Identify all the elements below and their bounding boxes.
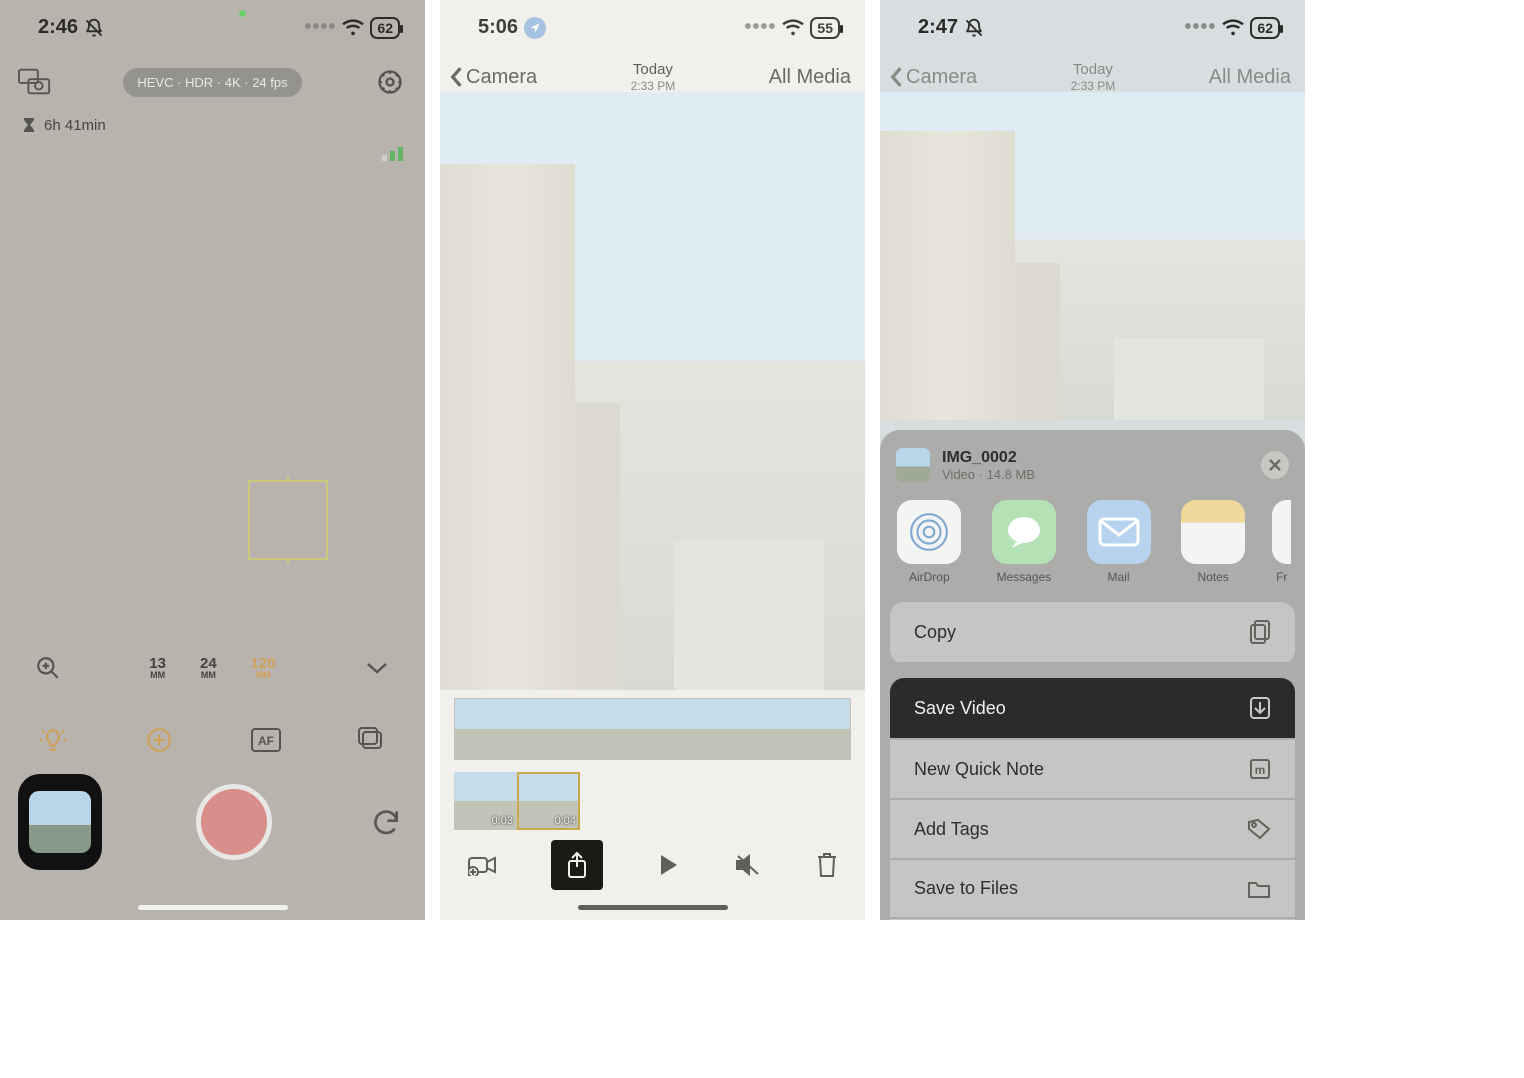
wifi-icon — [342, 19, 364, 37]
cellular-dots-icon: •••• — [1184, 16, 1216, 39]
silent-bell-icon — [964, 18, 984, 38]
status-time: 2:47 — [918, 16, 958, 39]
share-item-subtitle: Video · 14.8 MB — [942, 467, 1249, 482]
clip-2[interactable]: 0:04 — [517, 772, 580, 830]
mail-icon — [1087, 500, 1151, 564]
share-app-airdrop[interactable]: AirDrop — [894, 500, 965, 584]
status-time: 2:46 — [38, 16, 78, 39]
share-item-name: IMG_0002 — [942, 449, 1249, 467]
tag-icon — [1247, 818, 1271, 840]
all-media-link[interactable]: All Media — [1209, 66, 1291, 89]
zoom-magnifier-icon[interactable] — [28, 648, 68, 688]
clip-row: 0:03 0:04 — [454, 772, 580, 830]
extra-app-icon — [1272, 500, 1291, 564]
home-indicator[interactable] — [138, 905, 288, 910]
share-apps-row[interactable]: AirDrop Messages Mail Notes Fr — [890, 494, 1295, 598]
share-item-meta: IMG_0002 Video · 14.8 MB — [942, 449, 1249, 482]
status-bar: 2:47 •••• 62 — [880, 0, 1305, 55]
close-icon[interactable] — [1261, 451, 1289, 479]
back-label: Camera — [466, 66, 537, 89]
last-capture-thumbnail[interactable] — [18, 774, 102, 870]
media-action-bar — [440, 840, 865, 890]
media-title: Today 2:33 PM — [1071, 61, 1116, 93]
autofocus-af-icon[interactable]: AF — [246, 720, 286, 760]
share-app-notes[interactable]: Notes — [1178, 500, 1249, 584]
back-button[interactable]: Camera — [888, 66, 977, 89]
share-app-extra[interactable]: Fr — [1272, 500, 1291, 584]
play-icon[interactable] — [658, 853, 680, 877]
cellular-dots-icon: •••• — [744, 16, 776, 39]
back-label: Camera — [906, 66, 977, 89]
screen-media-preview: 5:06 •••• 55 Camera Today 2:33 PM All Me… — [440, 0, 865, 920]
stabilization-icon[interactable] — [352, 720, 392, 760]
screen-camera-app: 2:46 •••• 62 HEVC · HDR · 4K · 24 fps 6h… — [0, 0, 425, 920]
quick-note-icon: m — [1249, 758, 1271, 780]
remaining-time-label: 6h 41min — [44, 117, 106, 134]
action-save-video[interactable]: Save Video — [890, 678, 1295, 738]
flip-camera-icon[interactable] — [365, 801, 407, 843]
multicam-icon[interactable] — [18, 65, 52, 99]
folder-icon — [1247, 879, 1271, 899]
focus-reticle[interactable] — [248, 480, 328, 560]
lens-13mm[interactable]: 13MM — [149, 656, 166, 680]
action-copy[interactable]: Copy — [890, 602, 1295, 662]
action-inshot[interactable]: InShot — [890, 919, 1295, 920]
light-bulb-icon[interactable] — [33, 720, 73, 760]
record-button[interactable] — [196, 784, 272, 860]
action-new-quick-note[interactable]: New Quick Note m — [890, 740, 1295, 798]
status-time: 5:06 — [478, 16, 518, 39]
cellular-dots-icon: •••• — [304, 16, 336, 39]
media-title: Today 2:33 PM — [631, 61, 676, 93]
wifi-icon — [782, 19, 804, 37]
status-bar: 5:06 •••• 55 — [440, 0, 865, 55]
action-add-tags[interactable]: Add Tags — [890, 800, 1295, 858]
messages-icon — [992, 500, 1056, 564]
lens-24mm[interactable]: 24MM — [200, 656, 217, 680]
video-preview-area[interactable] — [440, 92, 865, 690]
trash-icon[interactable] — [816, 852, 838, 878]
share-app-messages[interactable]: Messages — [989, 500, 1060, 584]
home-indicator[interactable] — [578, 905, 728, 910]
mute-speaker-icon[interactable] — [735, 853, 761, 877]
share-item-thumbnail — [896, 448, 930, 482]
storage-signal-icon — [382, 145, 403, 161]
screen-share-sheet: 2:47 •••• 62 Camera Today 2:33 PM All Me… — [880, 0, 1305, 920]
battery-indicator: 62 — [1250, 17, 1280, 39]
share-button[interactable] — [551, 840, 603, 890]
video-preview-area — [880, 92, 1305, 420]
action-save-to-files[interactable]: Save to Files — [890, 860, 1295, 917]
download-icon — [1249, 696, 1271, 720]
recording-format-pill[interactable]: HEVC · HDR · 4K · 24 fps — [123, 68, 301, 97]
battery-indicator: 62 — [370, 17, 400, 39]
add-circle-icon[interactable] — [139, 720, 179, 760]
lens-selector[interactable]: 13MM 24MM 120MM — [149, 656, 275, 680]
svg-text:AF: AF — [258, 734, 274, 748]
back-button[interactable]: Camera — [448, 66, 537, 89]
privacy-indicator-dot — [239, 10, 246, 17]
scrub-timeline[interactable] — [454, 698, 851, 760]
battery-indicator: 55 — [810, 17, 840, 39]
record-add-icon[interactable] — [468, 854, 496, 876]
clip-1[interactable]: 0:03 — [454, 772, 517, 830]
thumbnail-image — [29, 791, 91, 853]
svg-text:m: m — [1255, 763, 1266, 777]
share-app-mail[interactable]: Mail — [1083, 500, 1154, 584]
settings-gear-icon[interactable] — [373, 65, 407, 99]
all-media-link[interactable]: All Media — [769, 66, 851, 89]
notes-icon — [1181, 500, 1245, 564]
remaining-time-row: 6h 41min — [0, 99, 425, 134]
lens-120mm[interactable]: 120MM — [251, 656, 276, 680]
copy-doc-icon — [1249, 620, 1271, 644]
expand-chevron-icon[interactable] — [357, 648, 397, 688]
status-bar: 2:46 •••• 62 — [0, 0, 425, 55]
silent-bell-icon — [84, 18, 104, 38]
wifi-icon — [1222, 19, 1244, 37]
airdrop-icon — [897, 500, 961, 564]
share-sheet: IMG_0002 Video · 14.8 MB AirDrop Message… — [880, 430, 1305, 920]
location-arrow-icon — [524, 17, 546, 39]
